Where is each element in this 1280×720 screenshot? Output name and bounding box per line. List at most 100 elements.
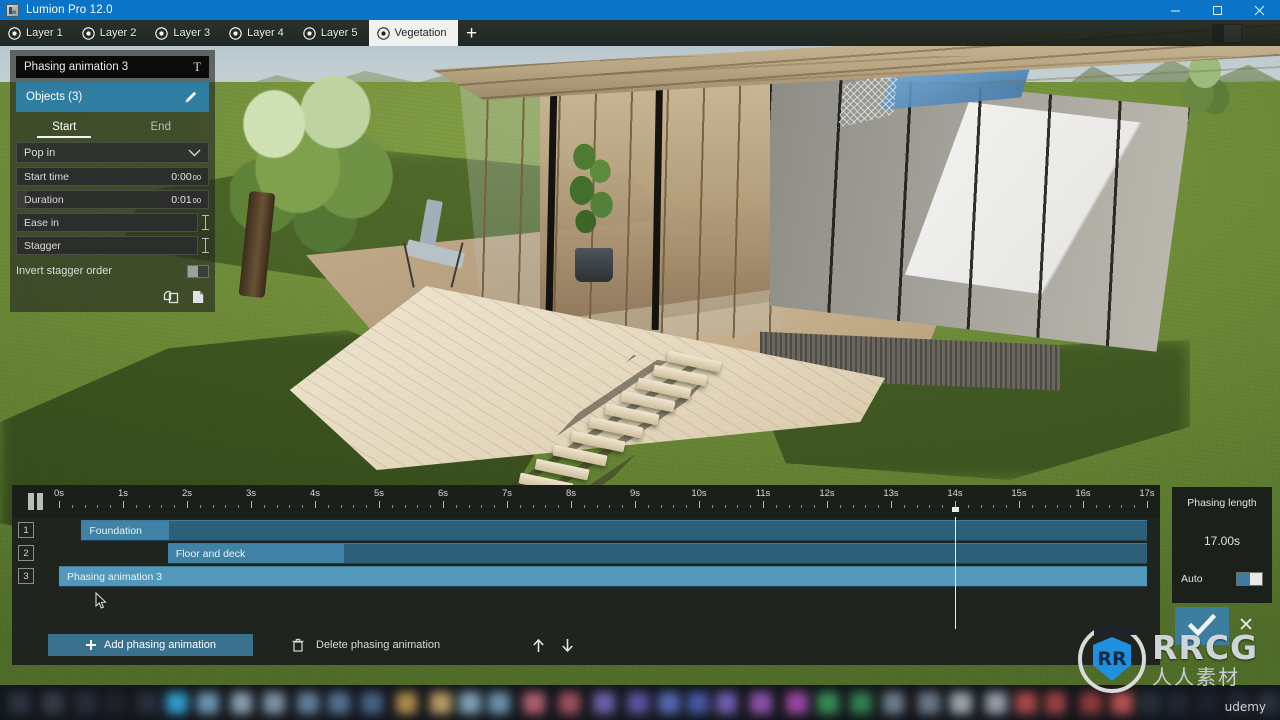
taskbar-item[interactable] bbox=[559, 692, 581, 714]
taskbar-item[interactable] bbox=[166, 692, 188, 714]
playhead[interactable] bbox=[955, 517, 956, 629]
ruler-tick-minor bbox=[673, 505, 674, 508]
stagger-slider[interactable]: Stagger bbox=[16, 236, 198, 255]
taskbar-item[interactable] bbox=[750, 692, 772, 714]
add-layer-button[interactable]: + bbox=[458, 20, 486, 46]
eye-icon bbox=[377, 27, 390, 40]
layer-tab-bar: Layer 1 Layer 2 Layer 3 Layer 4 Layer 5 … bbox=[0, 20, 1280, 46]
sidebar-item-layer-1[interactable]: Layer 1 bbox=[0, 20, 74, 46]
taskbar-item[interactable] bbox=[231, 692, 253, 714]
taskbar-item[interactable] bbox=[786, 692, 808, 714]
track-bar[interactable]: Floor and deck bbox=[168, 543, 1147, 564]
copy-settings-icon[interactable] bbox=[189, 288, 207, 306]
track-segment[interactable]: Floor and deck bbox=[168, 544, 344, 563]
taskbar-item[interactable] bbox=[361, 692, 383, 714]
taskbar-item[interactable] bbox=[523, 692, 545, 714]
maximize-icon[interactable] bbox=[1196, 0, 1238, 20]
taskbar-item[interactable] bbox=[42, 692, 64, 714]
delete-phasing-animation-button[interactable]: Delete phasing animation bbox=[291, 638, 440, 653]
start-time-field[interactable]: Start time 0:0000 bbox=[16, 167, 209, 186]
taskbar-item[interactable] bbox=[328, 692, 350, 714]
phasing-name-field[interactable]: Phasing animation 3 T bbox=[16, 56, 209, 78]
timeline-ruler[interactable]: 0s 1s 2s 3s 4s 5s 6s 7s 8s 9s 10s 11s 12s 13s 14s 15s 16… bbox=[12, 485, 1160, 517]
taskbar-item[interactable] bbox=[263, 692, 285, 714]
taskbar-item[interactable] bbox=[817, 692, 839, 714]
tab-end[interactable]: End bbox=[113, 121, 210, 138]
pause-icon[interactable] bbox=[28, 493, 45, 510]
close-icon[interactable] bbox=[1238, 0, 1280, 20]
ruler-tick-minor bbox=[353, 505, 354, 508]
window-title: Lumion Pro 12.0 bbox=[26, 4, 113, 16]
taskbar-item[interactable] bbox=[1045, 692, 1067, 714]
table-row[interactable]: 2 Floor and deck bbox=[12, 543, 1160, 564]
arrow-down-icon[interactable] bbox=[561, 638, 574, 653]
ruler-tick-minor bbox=[533, 505, 534, 508]
taskbar-item[interactable] bbox=[75, 692, 97, 714]
taskbar-item[interactable] bbox=[950, 692, 972, 714]
lumion-icon bbox=[6, 4, 19, 17]
track-segment[interactable]: Phasing animation 3 bbox=[59, 567, 1147, 586]
taskbar-item[interactable] bbox=[1167, 692, 1189, 714]
taskbar-item[interactable] bbox=[1196, 692, 1218, 714]
taskbar-item[interactable] bbox=[459, 692, 481, 714]
taskbar-item[interactable] bbox=[137, 692, 159, 714]
taskbar-item[interactable] bbox=[297, 692, 319, 714]
duration-field[interactable]: Duration 0:0100 bbox=[16, 190, 209, 209]
ruler-tick-label: 16s bbox=[1075, 488, 1090, 499]
sidebar-item-vegetation[interactable]: Vegetation bbox=[369, 20, 458, 46]
text-tool-icon[interactable]: T bbox=[193, 60, 201, 75]
sidebar-item-layer-3[interactable]: Layer 3 bbox=[147, 20, 221, 46]
effect-type-select[interactable]: Pop in bbox=[16, 142, 209, 163]
taskbar-item[interactable] bbox=[658, 692, 680, 714]
track-segment[interactable]: Foundation bbox=[81, 521, 169, 540]
taskbar-item[interactable] bbox=[918, 692, 940, 714]
track-bar-selected[interactable]: Phasing animation 3 bbox=[59, 566, 1147, 587]
tab-start[interactable]: Start bbox=[16, 121, 113, 138]
arrow-up-icon[interactable] bbox=[532, 638, 545, 653]
table-row[interactable]: 3 Phasing animation 3 bbox=[12, 566, 1160, 587]
i-beam-handle-icon[interactable] bbox=[202, 215, 209, 230]
taskbar-item[interactable] bbox=[985, 692, 1007, 714]
invert-stagger-toggle[interactable] bbox=[187, 265, 209, 278]
auto-toggle[interactable] bbox=[1236, 572, 1263, 586]
phasing-timeline[interactable]: 0s 1s 2s 3s 4s 5s 6s 7s 8s 9s 10s 11s 12s 13s 14s 15s 16… bbox=[12, 485, 1160, 665]
taskbar-item[interactable] bbox=[716, 692, 738, 714]
duplicate-objects-icon[interactable] bbox=[162, 288, 180, 306]
taskbar-item[interactable] bbox=[687, 692, 709, 714]
sidebar-item-layer-4[interactable]: Layer 4 bbox=[221, 20, 295, 46]
taskbar-item[interactable] bbox=[488, 692, 510, 714]
taskbar-item[interactable] bbox=[593, 692, 615, 714]
taskbar-item[interactable] bbox=[430, 692, 452, 714]
taskbar-item[interactable] bbox=[1015, 692, 1037, 714]
taskbar-item[interactable] bbox=[1111, 692, 1133, 714]
sidebar-item-layer-5[interactable]: Layer 5 bbox=[295, 20, 369, 46]
taskbar-item[interactable] bbox=[883, 692, 905, 714]
add-phasing-animation-button[interactable]: Add phasing animation bbox=[48, 634, 253, 656]
track-bar[interactable]: Foundation bbox=[81, 520, 1147, 541]
taskbar-item[interactable] bbox=[1139, 692, 1161, 714]
ruler-tick-minor bbox=[776, 505, 777, 508]
ruler-tick-label: 14s bbox=[947, 488, 962, 499]
ruler-tick-minor bbox=[225, 505, 226, 508]
i-beam-handle-icon[interactable] bbox=[202, 238, 209, 253]
ease-in-slider[interactable]: Ease in bbox=[16, 213, 198, 232]
taskbar-item[interactable] bbox=[850, 692, 872, 714]
pencil-icon[interactable] bbox=[183, 89, 199, 105]
taskbar-item[interactable] bbox=[396, 692, 418, 714]
ruler-tick-minor bbox=[302, 505, 303, 508]
phasing-length-value[interactable]: 17.00s bbox=[1204, 534, 1240, 548]
taskbar-item[interactable] bbox=[104, 692, 126, 714]
taskbar-item[interactable] bbox=[8, 692, 30, 714]
playhead-knob[interactable] bbox=[952, 507, 959, 512]
ruler-tick-label: 0s bbox=[54, 488, 64, 499]
tab-label: Layer 5 bbox=[321, 27, 358, 39]
ruler-tick-minor bbox=[72, 505, 73, 508]
objects-selector-row[interactable]: Objects (3) bbox=[16, 82, 209, 112]
taskbar-item[interactable] bbox=[197, 692, 219, 714]
sidebar-item-layer-2[interactable]: Layer 2 bbox=[74, 20, 148, 46]
table-row[interactable]: 1 Foundation bbox=[12, 520, 1160, 541]
taskbar-item[interactable] bbox=[1080, 692, 1102, 714]
taskbar-item[interactable] bbox=[627, 692, 649, 714]
minimize-icon[interactable] bbox=[1154, 0, 1196, 20]
start-end-tabs: Start End bbox=[16, 121, 209, 138]
